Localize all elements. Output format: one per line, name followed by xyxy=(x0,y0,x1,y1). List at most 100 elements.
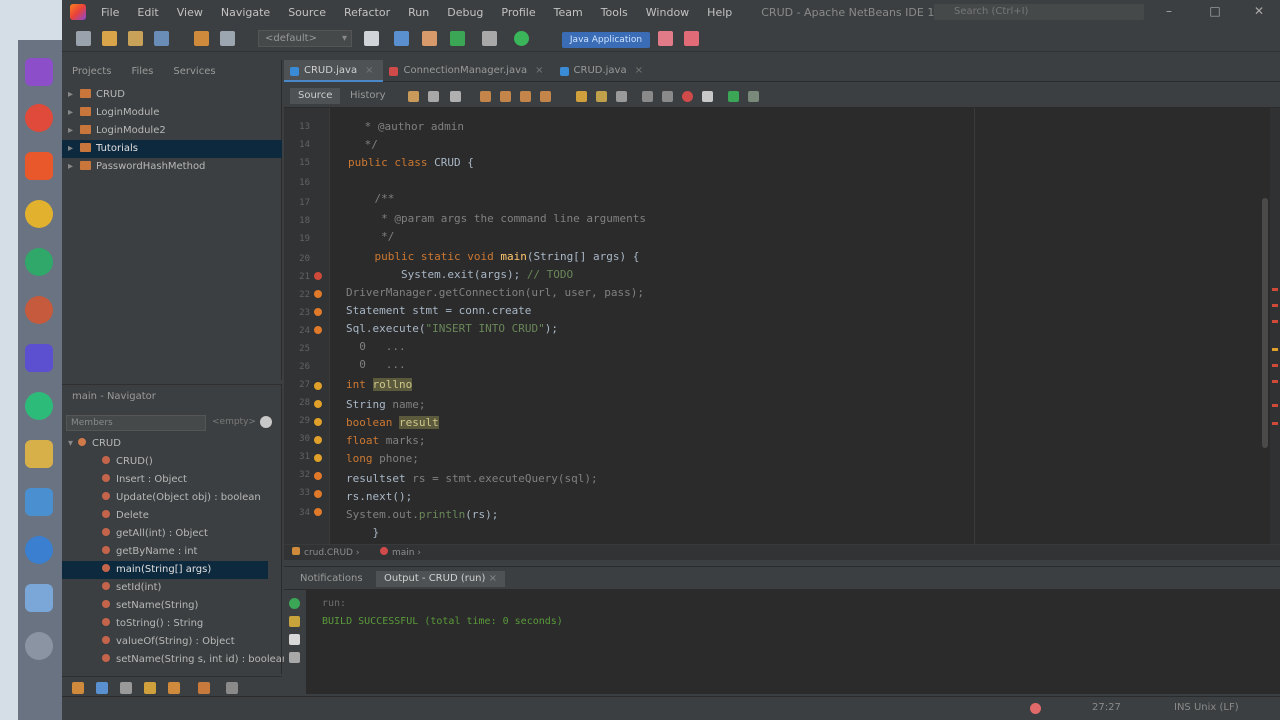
bookmark-icon[interactable] xyxy=(576,91,587,102)
error-stripe[interactable] xyxy=(1270,108,1280,544)
code-editor[interactable]: 13 14 15 16 17 18 19 20 21 22 23 24 25 2… xyxy=(284,108,1280,544)
caret-position[interactable]: 27:27 xyxy=(1092,702,1121,713)
find-prev-icon[interactable] xyxy=(500,91,511,102)
breadcrumb-item[interactable]: crud.CRUD › xyxy=(292,546,359,560)
member-item[interactable]: Delete xyxy=(62,507,282,525)
menu-refactor[interactable]: Refactor xyxy=(335,6,399,19)
tool-icon[interactable] xyxy=(72,682,84,694)
hint-marker-icon[interactable] xyxy=(314,436,322,444)
shift-right-icon[interactable] xyxy=(662,91,673,102)
build-icon[interactable] xyxy=(364,31,379,46)
forward-icon[interactable] xyxy=(428,91,439,102)
run-configuration-badge[interactable]: Java Application xyxy=(562,32,650,48)
notification-icon[interactable] xyxy=(1030,703,1041,714)
toggle-highlight-icon[interactable] xyxy=(540,91,551,102)
member-item[interactable]: toString() : String xyxy=(62,615,282,633)
open-project-icon[interactable] xyxy=(128,31,143,46)
shift-left-icon[interactable] xyxy=(642,91,653,102)
close-tab-icon[interactable]: × xyxy=(365,65,373,76)
dock-app-icon[interactable] xyxy=(25,248,53,276)
breadcrumb-item[interactable]: main › xyxy=(380,546,421,560)
dock-app-icon[interactable] xyxy=(25,392,53,420)
comment-icon[interactable] xyxy=(728,91,739,102)
debug-project-icon[interactable] xyxy=(450,31,465,46)
project-item[interactable]: ▸ LoginModule xyxy=(62,104,282,122)
menu-file[interactable]: File xyxy=(92,6,128,19)
tab-output[interactable]: Output - CRUD (run) × xyxy=(376,571,505,587)
dock-app-icon[interactable] xyxy=(25,296,53,324)
hint-marker-icon[interactable] xyxy=(314,400,322,408)
clean-build-icon[interactable] xyxy=(394,31,409,46)
project-item[interactable]: ▸ LoginModule2 xyxy=(62,122,282,140)
navigator-root[interactable]: ▾ CRUD xyxy=(62,435,282,453)
menu-tools[interactable]: Tools xyxy=(592,6,637,19)
editor-tab[interactable]: ConnectionManager.java × xyxy=(383,60,553,82)
new-file-icon[interactable] xyxy=(76,31,91,46)
member-item[interactable]: getAll(int) : Object xyxy=(62,525,282,543)
find-next-icon[interactable] xyxy=(520,91,531,102)
stop-icon[interactable] xyxy=(289,634,300,645)
dock-app-icon[interactable] xyxy=(25,536,53,564)
prev-bookmark-icon[interactable] xyxy=(596,91,607,102)
filter-value[interactable]: <empty> xyxy=(212,417,256,427)
back-icon[interactable] xyxy=(408,91,419,102)
minimize-icon[interactable]: – xyxy=(1162,4,1176,18)
close-tab-icon[interactable]: × xyxy=(489,573,497,584)
error-stripe-mark[interactable] xyxy=(1272,380,1278,383)
menu-team[interactable]: Team xyxy=(545,6,592,19)
settings-icon[interactable] xyxy=(260,416,272,428)
editor-scrollbar[interactable] xyxy=(1262,198,1268,448)
member-item[interactable]: Insert : Object xyxy=(62,471,282,489)
menu-source[interactable]: Source xyxy=(279,6,335,19)
insert-mode[interactable]: INS Unix (LF) xyxy=(1174,702,1239,713)
menu-profile[interactable]: Profile xyxy=(492,6,544,19)
hint-marker-icon[interactable] xyxy=(314,382,322,390)
warning-marker-icon[interactable] xyxy=(314,308,322,316)
tool-icon[interactable] xyxy=(198,682,210,694)
menu-window[interactable]: Window xyxy=(637,6,698,19)
profile-project-icon[interactable] xyxy=(482,31,497,46)
tab-projects[interactable]: Projects xyxy=(62,64,121,82)
members-filter-select[interactable]: Members xyxy=(66,415,206,431)
member-item[interactable]: valueOf(String) : Object xyxy=(62,633,282,651)
dock-app-icon[interactable] xyxy=(25,152,53,180)
member-item[interactable]: setName(String) xyxy=(62,597,282,615)
undo-icon[interactable] xyxy=(194,31,209,46)
find-icon[interactable] xyxy=(480,91,491,102)
expand-icon[interactable]: ▸ xyxy=(68,104,78,122)
configuration-select[interactable]: <default> ▾ xyxy=(258,30,352,47)
error-stripe-mark[interactable] xyxy=(1272,404,1278,407)
menu-navigate[interactable]: Navigate xyxy=(212,6,279,19)
close-tab-icon[interactable]: × xyxy=(535,65,543,76)
editor-tab[interactable]: CRUD.java × xyxy=(554,60,653,82)
dock-app-icon[interactable] xyxy=(25,440,53,468)
tab-navigator[interactable]: main - Navigator xyxy=(62,389,166,407)
error-stripe-mark[interactable] xyxy=(1272,304,1278,307)
member-item[interactable]: setName(String s, int id) : boolean xyxy=(62,651,288,669)
tool-icon[interactable] xyxy=(168,682,180,694)
dock-app-icon[interactable] xyxy=(25,584,53,612)
collapse-icon[interactable]: ▾ xyxy=(68,435,78,453)
member-item[interactable]: Update(Object obj) : boolean xyxy=(62,489,282,507)
run-file-icon[interactable] xyxy=(514,31,529,46)
error-stripe-mark[interactable] xyxy=(1272,422,1278,425)
expand-icon[interactable]: ▸ xyxy=(68,158,78,176)
rerun-icon[interactable] xyxy=(289,598,300,609)
memory-icon[interactable] xyxy=(684,31,699,46)
warning-marker-icon[interactable] xyxy=(314,472,322,480)
member-item[interactable]: CRUD() xyxy=(62,453,282,471)
member-item[interactable]: main(String[] args) xyxy=(62,561,268,579)
expand-icon[interactable]: ▸ xyxy=(68,140,78,158)
dock-app-icon[interactable] xyxy=(25,488,53,516)
warning-marker-icon[interactable] xyxy=(314,326,322,334)
warning-marker-icon[interactable] xyxy=(314,290,322,298)
warning-marker-icon[interactable] xyxy=(314,508,322,516)
warning-stripe-mark[interactable] xyxy=(1272,348,1278,351)
tool-icon[interactable] xyxy=(120,682,132,694)
new-project-icon[interactable] xyxy=(102,31,117,46)
gc-icon[interactable] xyxy=(658,31,673,46)
tab-files[interactable]: Files xyxy=(121,64,163,82)
expand-icon[interactable]: ▸ xyxy=(68,122,78,140)
tool-icon[interactable] xyxy=(96,682,108,694)
tab-history[interactable]: History xyxy=(342,88,394,104)
